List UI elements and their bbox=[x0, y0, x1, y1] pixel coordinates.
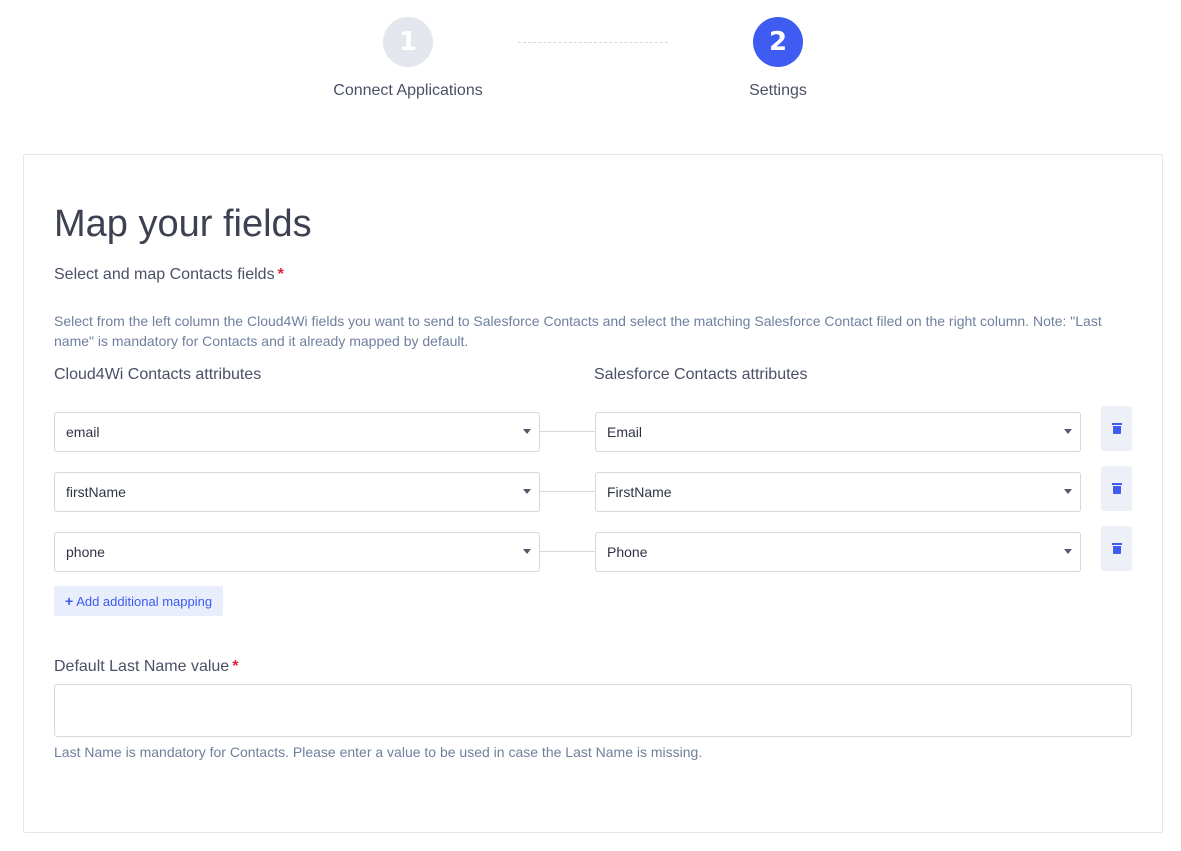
stepper: 1 Connect Applications 2 Settings bbox=[0, 0, 1181, 130]
step-settings[interactable]: 2 Settings bbox=[658, 17, 898, 100]
step-number-1: 1 bbox=[383, 17, 433, 67]
step-connect-applications[interactable]: 1 Connect Applications bbox=[288, 17, 528, 100]
page-title: Map your fields bbox=[54, 203, 312, 245]
step-number-2: 2 bbox=[753, 17, 803, 67]
caret-down-icon bbox=[523, 429, 531, 434]
delete-mapping-button[interactable] bbox=[1101, 466, 1132, 511]
right-column-header: Salesforce Contacts attributes bbox=[594, 366, 808, 383]
plus-icon: + bbox=[65, 593, 74, 609]
delete-mapping-button[interactable] bbox=[1101, 406, 1132, 451]
last-name-help-text: Last Name is mandatory for Contacts. Ple… bbox=[54, 744, 703, 760]
mapping-row: phone Phone bbox=[54, 526, 1134, 573]
trash-icon bbox=[1111, 483, 1122, 494]
mapping-connector bbox=[540, 431, 595, 432]
target-field-value: Phone bbox=[607, 544, 648, 560]
default-last-name-input[interactable] bbox=[54, 684, 1132, 737]
trash-icon bbox=[1111, 543, 1122, 554]
target-field-select[interactable]: Phone bbox=[595, 532, 1081, 572]
required-marker: * bbox=[277, 266, 284, 283]
section-label-text: Select and map Contacts fields bbox=[54, 266, 275, 283]
target-field-select[interactable]: FirstName bbox=[595, 472, 1081, 512]
caret-down-icon bbox=[523, 549, 531, 554]
caret-down-icon bbox=[1064, 549, 1072, 554]
caret-down-icon bbox=[1064, 429, 1072, 434]
source-field-select[interactable]: firstName bbox=[54, 472, 540, 512]
step-connector bbox=[518, 42, 668, 43]
source-field-value: email bbox=[66, 424, 100, 440]
target-field-select[interactable]: Email bbox=[595, 412, 1081, 452]
description: Select from the left column the Cloud4Wi… bbox=[54, 313, 1102, 349]
required-marker: * bbox=[232, 658, 239, 675]
mapping-row: email Email bbox=[54, 406, 1134, 453]
trash-icon bbox=[1111, 423, 1122, 434]
mapping-row: firstName FirstName bbox=[54, 466, 1134, 513]
step-label-settings: Settings bbox=[749, 82, 807, 99]
last-name-label: Default Last Name value * bbox=[54, 658, 238, 676]
target-field-value: FirstName bbox=[607, 484, 672, 500]
source-field-value: phone bbox=[66, 544, 105, 560]
mapping-connector bbox=[540, 551, 595, 552]
last-name-label-text: Default Last Name value bbox=[54, 658, 230, 675]
map-fields-card: Map your fields Select and map Contacts … bbox=[23, 154, 1163, 833]
step-label-connect-applications: Connect Applications bbox=[333, 82, 483, 99]
section-label: Select and map Contacts fields * bbox=[54, 266, 284, 284]
caret-down-icon bbox=[1064, 489, 1072, 494]
source-field-select[interactable]: email bbox=[54, 412, 540, 452]
left-column-header: Cloud4Wi Contacts attributes bbox=[54, 366, 262, 383]
delete-mapping-button[interactable] bbox=[1101, 526, 1132, 571]
mapping-connector bbox=[540, 491, 595, 492]
source-field-value: firstName bbox=[66, 484, 126, 500]
add-mapping-label: Add additional mapping bbox=[76, 593, 213, 609]
caret-down-icon bbox=[523, 489, 531, 494]
add-mapping-button[interactable]: + Add additional mapping bbox=[54, 586, 224, 616]
source-field-select[interactable]: phone bbox=[54, 532, 540, 572]
target-field-value: Email bbox=[607, 424, 643, 440]
